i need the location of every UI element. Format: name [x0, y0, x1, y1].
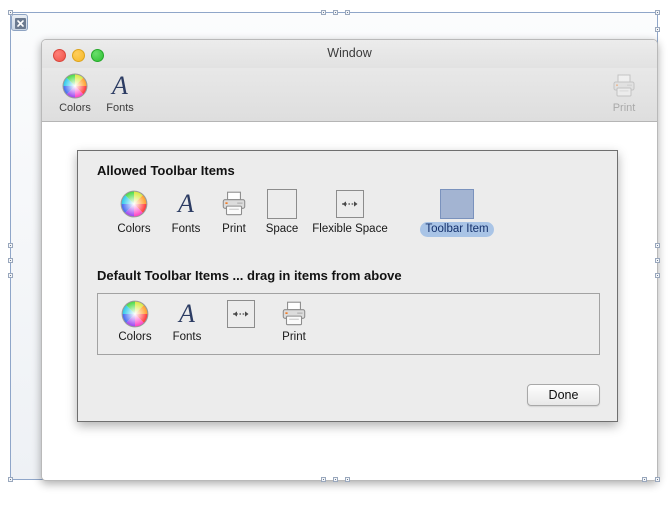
resize-handle-top-right[interactable] [655, 10, 660, 15]
resize-handle-bottom-center-b[interactable] [333, 477, 338, 482]
default-items-dropzone[interactable]: Colors A Fonts Print [97, 293, 600, 355]
window-content-area: Allowed Toolbar Items Colors A Fonts Pri… [42, 122, 657, 480]
font-a-icon: A [179, 299, 195, 328]
printer-icon [263, 299, 325, 329]
resize-handle-right-b[interactable] [655, 258, 660, 263]
color-wheel-icon [50, 71, 100, 101]
resize-handle-top-center-b[interactable] [333, 10, 338, 15]
allowed-items-palette: Colors A Fonts Print Space Flexible Spac… [97, 189, 602, 251]
window-toolbar: Colors A Fonts Print [42, 68, 657, 122]
palette-item-toolbar-item[interactable]: Toolbar Item [409, 189, 505, 237]
resize-handle-right-top-b[interactable] [655, 27, 660, 32]
resize-handle-left-b[interactable] [8, 258, 13, 263]
done-button[interactable]: Done [527, 384, 600, 406]
palette-item-label: Flexible Space [312, 223, 388, 235]
default-item-fonts[interactable]: A Fonts [156, 299, 218, 344]
default-items-heading: Default Toolbar Items ... drag in items … [97, 268, 402, 283]
customize-toolbar-sheet: Allowed Toolbar Items Colors A Fonts Pri… [77, 150, 618, 422]
printer-icon [599, 71, 649, 101]
default-item-print[interactable]: Print [263, 299, 325, 343]
resize-handle-bottom-center-c[interactable] [345, 477, 350, 482]
close-icon[interactable] [11, 14, 28, 31]
flexible-space-icon [302, 189, 398, 219]
default-item-label: Fonts [172, 331, 202, 343]
toolbar-button-colors[interactable]: Colors [50, 71, 100, 114]
mac-window: Window Colors A Fonts Print Allowed Tool… [41, 39, 658, 481]
allowed-items-heading: Allowed Toolbar Items [97, 163, 235, 178]
resize-handle-bottom-right[interactable] [655, 477, 660, 482]
palette-item-label: Toolbar Item [420, 222, 494, 237]
font-a-icon: A [112, 71, 128, 100]
resize-handle-bottom-left[interactable] [8, 477, 13, 482]
palette-item-label: Space [265, 223, 299, 235]
toolbar-button-print[interactable]: Print [599, 71, 649, 114]
resize-handle-left-a[interactable] [8, 243, 13, 248]
blue-square-icon [409, 189, 505, 219]
resize-handle-left-c[interactable] [8, 273, 13, 278]
palette-item-flexible-space[interactable]: Flexible Space [302, 189, 398, 237]
resize-handle-bottom-center-a[interactable] [321, 477, 326, 482]
resize-handle-top-center-c[interactable] [345, 10, 350, 15]
resize-handle-bottom-right-b[interactable] [642, 477, 647, 482]
window-title: Window [327, 46, 372, 60]
toolbar-button-fonts[interactable]: A Fonts [95, 71, 145, 115]
resize-handle-right-c[interactable] [655, 273, 660, 278]
resize-handle-right-a[interactable] [655, 243, 660, 248]
outer-designer-frame: Window Colors A Fonts Print Allowed Tool… [8, 10, 660, 482]
default-item-label: Print [282, 331, 306, 343]
toolbar-button-label: Fonts [106, 102, 134, 114]
toolbar-button-label: Print [612, 102, 636, 114]
window-titlebar[interactable]: Window [42, 40, 657, 68]
resize-handle-top-center-a[interactable] [321, 10, 326, 15]
toolbar-button-label: Colors [59, 102, 91, 114]
